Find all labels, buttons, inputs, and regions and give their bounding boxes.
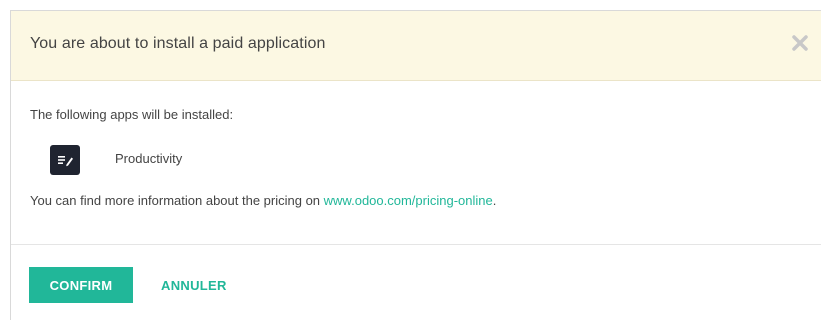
app-name: Productivity [115,150,183,166]
dialog-title: You are about to install a paid applicat… [30,35,326,52]
close-button[interactable] [790,33,810,53]
cancel-button[interactable]: ANNULER [157,267,231,303]
pricing-text: You can find more information about the … [30,193,324,208]
install-paid-app-dialog: You are about to install a paid applicat… [10,10,821,320]
app-list-item: Productivity [50,145,182,175]
dialog-header: You are about to install a paid applicat… [11,11,821,81]
pricing-suffix: . [492,193,497,208]
intro-text: The following apps will be installed: [30,107,234,122]
dialog-body: The following apps will be installed: Pr… [11,81,821,245]
pricing-link[interactable]: www.odoo.com/pricing-online [324,193,493,208]
confirm-button[interactable]: CONFIRM [29,267,133,303]
dialog-footer: CONFIRM ANNULER [11,245,821,321]
productivity-icon [50,145,80,175]
pricing-info: You can find more information about the … [30,193,496,208]
close-icon [792,35,808,51]
